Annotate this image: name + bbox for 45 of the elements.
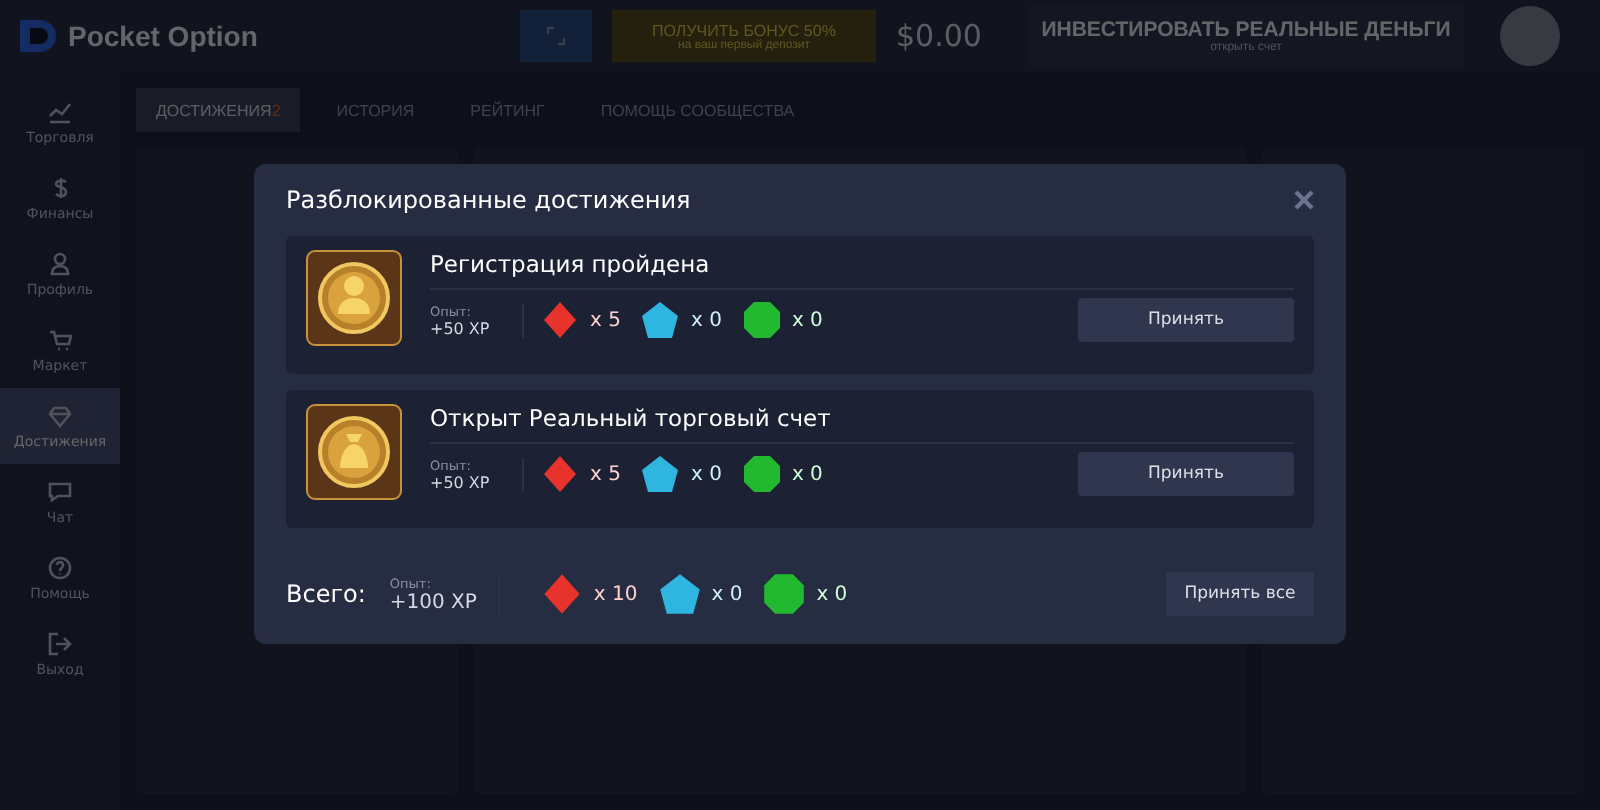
tab[interactable]: ДОСТИЖЕНИЯ2 — [136, 88, 301, 132]
gem-count: x 10 — [593, 583, 638, 605]
gem-count: x 0 — [690, 309, 722, 331]
gem-icon — [762, 572, 807, 616]
gem-count: x 0 — [711, 583, 743, 605]
gem-icon — [540, 454, 580, 494]
close-icon[interactable] — [1294, 190, 1314, 210]
gem-count: x 5 — [590, 309, 621, 331]
medal-icon — [306, 250, 402, 346]
gem-icon — [540, 300, 580, 340]
accept-button[interactable]: Принять — [1078, 452, 1294, 496]
gem-icon — [640, 300, 681, 340]
gem-count: x 0 — [690, 463, 722, 485]
balance: $0.00 — [896, 18, 984, 54]
chat-icon — [48, 479, 72, 503]
chart-icon — [48, 99, 72, 123]
gem-count: x 0 — [791, 463, 823, 485]
cart-icon — [48, 327, 72, 351]
gem-icon — [539, 572, 584, 616]
expand-icon — [546, 25, 566, 45]
diamond-icon — [48, 403, 72, 427]
total-label: Всего: — [286, 580, 366, 608]
avatar-circle[interactable] — [1500, 6, 1560, 66]
exit-icon — [48, 631, 72, 655]
accept-all-button[interactable]: Принять все — [1166, 572, 1314, 616]
logo-icon — [20, 20, 60, 52]
accept-button[interactable]: Принять — [1078, 298, 1294, 342]
gem-icon — [741, 300, 782, 340]
xp-value: +50 XP — [430, 473, 492, 491]
xp-value: +50 XP — [430, 319, 492, 337]
fullscreen-button[interactable] — [520, 10, 592, 62]
person-icon — [48, 251, 72, 275]
gem-icon — [657, 572, 702, 616]
achievement-title: Регистрация пройдена — [430, 250, 1294, 290]
achievement-title: Открыт Реальный торговый счет — [430, 404, 1294, 444]
gem-count: x 0 — [816, 583, 848, 605]
gem-count: x 5 — [590, 463, 621, 485]
gem-icon — [640, 454, 681, 494]
help-icon — [48, 555, 72, 579]
xp-value: +100 XP — [389, 591, 479, 613]
medal-icon — [306, 404, 402, 500]
gem-icon — [741, 454, 782, 494]
logo-text: Pocket Option — [68, 20, 258, 52]
gem-count: x 0 — [791, 309, 823, 331]
dialog-title: Разблокированные достижения — [286, 186, 691, 214]
